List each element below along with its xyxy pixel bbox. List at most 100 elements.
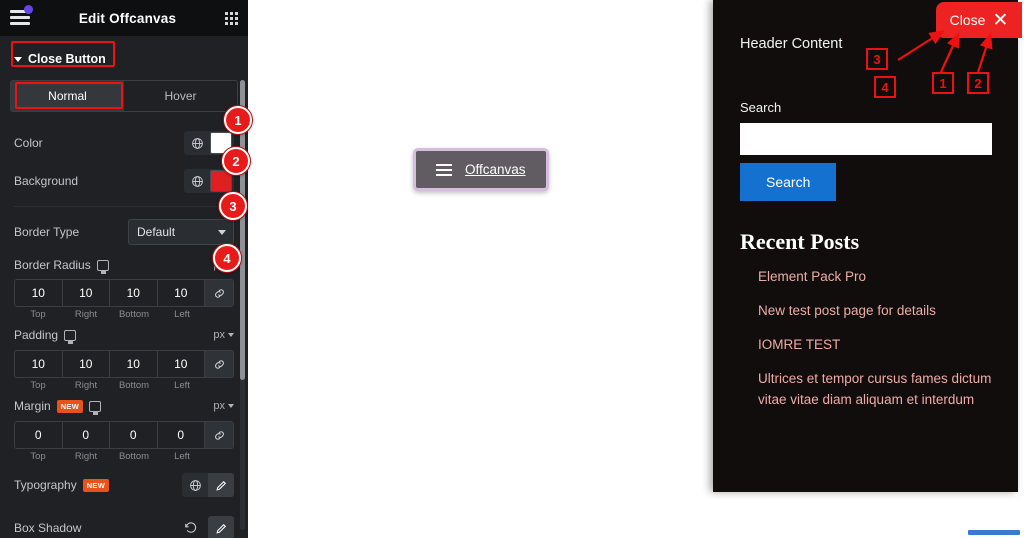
side-label-bottom: Bottom	[118, 309, 150, 320]
desktop-icon[interactable]	[89, 400, 102, 415]
border-radius-left-input[interactable]	[157, 280, 204, 306]
side-label-top: Top	[30, 451, 46, 462]
control-border-radius-header: Border Radius px	[0, 251, 248, 279]
control-box-shadow: Box Shadow	[0, 508, 248, 538]
desktop-icon[interactable]	[64, 329, 77, 344]
new-badge: NEW	[82, 478, 110, 492]
border-radius-right-input[interactable]	[62, 280, 109, 306]
padding-inputs	[14, 350, 234, 378]
side-label-right: Right	[74, 309, 98, 320]
post-link[interactable]: Element Pack Pro	[758, 267, 1008, 288]
offcanvas-trigger-button[interactable]: Offcanvas	[413, 148, 549, 191]
offcanvas-close-button[interactable]: Close ✕	[936, 2, 1022, 38]
background-control-group	[184, 169, 234, 193]
new-badge: NEW	[56, 399, 84, 413]
border-radius-inputs	[14, 279, 234, 307]
padding-unit[interactable]: px	[213, 329, 234, 341]
desktop-icon[interactable]	[96, 259, 109, 274]
side-label-bottom: Bottom	[118, 451, 150, 462]
tab-hover[interactable]: Hover	[124, 81, 237, 111]
panel-title: Edit Offcanvas	[78, 10, 177, 26]
margin-unit[interactable]: px	[213, 400, 234, 412]
pencil-icon[interactable]	[208, 516, 234, 538]
control-background: Background	[0, 162, 248, 200]
post-link[interactable]: Ultrices et tempor cursus fames dictum v…	[758, 369, 1008, 411]
padding-left-input[interactable]	[157, 351, 204, 377]
control-border-type-label: Border Type	[14, 225, 80, 239]
list-item: IOMRE TEST	[758, 335, 1018, 356]
side-label-left: Left	[174, 451, 190, 462]
border-type-value: Default	[137, 225, 176, 239]
pencil-icon[interactable]	[208, 473, 234, 497]
post-link[interactable]: IOMRE TEST	[758, 335, 1008, 356]
grid-apps-icon[interactable]	[225, 11, 238, 25]
padding-top-input[interactable]	[15, 351, 62, 377]
control-color: Color	[0, 124, 248, 162]
padding-unit-label: px	[213, 329, 225, 341]
editor-canvas: Offcanvas	[248, 0, 713, 538]
reset-icon[interactable]	[180, 516, 202, 538]
control-padding-label: Padding	[14, 328, 77, 344]
border-radius-side-labels: Top Right Bottom Left	[14, 309, 234, 320]
link-icon[interactable]	[205, 351, 233, 377]
side-label-right: Right	[74, 380, 98, 391]
control-border-type: Border Type Default	[0, 213, 248, 251]
control-color-label: Color	[14, 136, 43, 150]
hamburger-menu-icon[interactable]	[10, 5, 33, 26]
divider	[14, 206, 234, 207]
annotation-square-1: 1	[932, 72, 954, 94]
close-button-label: Close	[949, 12, 986, 28]
margin-top-input[interactable]	[15, 422, 62, 448]
caret-down-icon	[14, 56, 22, 62]
annotation-square-2: 2	[967, 72, 989, 94]
annotation-marker-2: 2	[222, 147, 250, 175]
notification-dot-icon	[24, 5, 33, 14]
link-icon[interactable]	[205, 422, 233, 448]
section-close-button[interactable]: Close Button	[0, 46, 248, 72]
margin-left-input[interactable]	[157, 422, 204, 448]
side-label-bottom: Bottom	[118, 380, 150, 391]
padding-text: Padding	[14, 328, 59, 342]
globe-icon[interactable]	[184, 169, 210, 193]
padding-right-input[interactable]	[62, 351, 109, 377]
margin-side-labels: Top Right Bottom Left	[14, 451, 234, 462]
control-border-radius-label: Border Radius	[14, 258, 109, 274]
section-close-button-label: Close Button	[28, 52, 106, 66]
box-shadow-control-group	[180, 516, 234, 538]
annotation-square-4: 4	[874, 76, 896, 98]
list-item: Element Pack Pro	[758, 267, 1018, 288]
control-padding-header: Padding px	[0, 320, 248, 350]
globe-icon[interactable]	[184, 131, 210, 155]
side-label-top: Top	[30, 309, 46, 320]
control-background-label: Background	[14, 174, 79, 188]
chevron-down-icon	[228, 404, 234, 408]
typography-control-group	[182, 473, 234, 497]
margin-inputs	[14, 421, 234, 449]
margin-right-input[interactable]	[62, 422, 109, 448]
search-input[interactable]	[740, 123, 992, 155]
margin-text: Margin	[14, 399, 51, 413]
hamburger-icon	[436, 163, 452, 176]
state-tabs: Normal Hover	[10, 80, 238, 112]
bottom-blue-bar	[968, 530, 1020, 535]
recent-posts-list: Element Pack Pro New test post page for …	[713, 255, 1018, 411]
annotation-square-3: 3	[866, 48, 888, 70]
annotation-marker-3: 3	[219, 192, 247, 220]
control-typography: Typography NEW	[0, 462, 248, 508]
post-link[interactable]: New test post page for details	[758, 301, 1008, 322]
globe-icon[interactable]	[182, 473, 208, 497]
control-margin-label: Margin NEW	[14, 399, 102, 415]
border-type-select[interactable]: Default	[128, 219, 234, 245]
search-button[interactable]: Search	[740, 163, 837, 201]
border-radius-top-input[interactable]	[15, 280, 62, 306]
typography-text: Typography	[14, 478, 77, 492]
chevron-down-icon	[218, 230, 226, 235]
border-radius-text: Border Radius	[14, 258, 91, 272]
offcanvas-trigger-label: Offcanvas	[465, 162, 526, 177]
screenshot-root: Edit Offcanvas Close Button Normal Hover…	[0, 0, 1024, 538]
border-radius-bottom-input[interactable]	[110, 280, 157, 306]
tab-normal[interactable]: Normal	[11, 81, 124, 111]
link-icon[interactable]	[205, 280, 233, 306]
padding-bottom-input[interactable]	[110, 351, 157, 377]
margin-bottom-input[interactable]	[110, 422, 157, 448]
